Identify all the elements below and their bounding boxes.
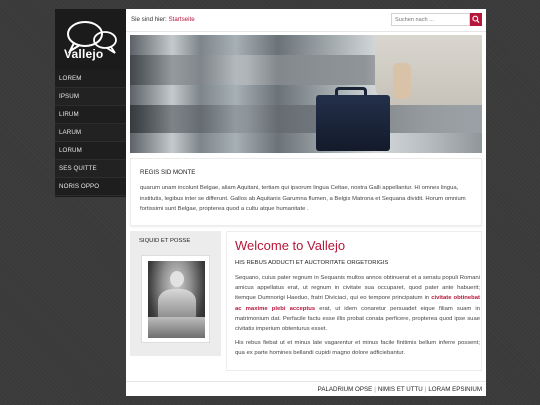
intro-box: REGIS SID MONTE quarum unam incolunt Bel…	[130, 158, 482, 226]
sidebar-box: SIQUID ET POSSE	[130, 231, 221, 356]
welcome-paragraph-2: His rebus fiebat ut et minus late vagare…	[235, 340, 480, 357]
top-bar: Sie sind hier: Startseite	[126, 9, 486, 32]
logo[interactable]: Vallejo	[55, 9, 126, 67]
nav-item-larum[interactable]: LARUM	[55, 124, 126, 142]
footer-link-paladrium-opse[interactable]: PALADRIUM OPSE	[318, 386, 373, 393]
photo-frame	[141, 255, 210, 343]
nav-item-lorem[interactable]: LOREM	[55, 70, 126, 88]
welcome-box: Welcome to Vallejo HIS REBUS ADDUCTI ET …	[226, 231, 482, 371]
search-button[interactable]	[470, 13, 482, 26]
welcome-subtitle: HIS REBUS ADDUCTI ET AUCTORITATE ORGETOR…	[235, 260, 389, 266]
nav-item-lorum[interactable]: LORUM	[55, 142, 126, 160]
breadcrumb-prefix: Sie sind hier:	[131, 16, 167, 23]
breadcrumb-current-link[interactable]: Startseite	[169, 16, 195, 23]
search-input[interactable]	[391, 13, 470, 26]
search-icon	[472, 15, 480, 24]
main-nav: LOREM IPSUM LIRUM LARUM LORUM SES QUITTE…	[55, 70, 126, 196]
footer-link-nimis-et-uttu[interactable]: NIMIS ET UTTU	[378, 386, 423, 393]
footer: PALADRIUM OPSE | NIMIS ET UTTU | LORAM EPSIN…	[126, 381, 486, 396]
nav-item-ipsum[interactable]: IPSUM	[55, 88, 126, 106]
intro-text: quarum unam incolunt Belgae, aliam Aquit…	[140, 185, 466, 212]
main-content: Sie sind hier: Startseite REGIS SID MONT…	[126, 9, 486, 396]
footer-link-loram-epsinium[interactable]: LORAM EPSINIUM	[428, 386, 482, 393]
nav-item-noris-oppo[interactable]: NORIS OPPO	[55, 178, 126, 196]
brand-name: Vallejo	[64, 47, 104, 61]
welcome-paragraph-1: Sequano, cuius pater regnum in Sequanis …	[235, 273, 480, 334]
briefcase-photo	[316, 95, 390, 151]
breadcrumb: Sie sind hier: Startseite	[131, 16, 195, 23]
intro-title: REGIS SID MONTE	[140, 169, 196, 176]
sidebar: Vallejo LOREM IPSUM LIRUM LARUM LORUM SE…	[55, 9, 126, 197]
footer-links: PALADRIUM OPSE | NIMIS ET UTTU | LORAM EPSIN…	[318, 386, 482, 393]
sidebar-box-title: SIQUID ET POSSE	[139, 238, 191, 244]
nav-item-ses-quitte[interactable]: SES QUITTE	[55, 160, 126, 178]
hero-image	[130, 35, 482, 153]
vintage-photo	[148, 261, 205, 338]
welcome-title: Welcome to Vallejo	[235, 238, 346, 253]
nav-item-lirum[interactable]: LIRUM	[55, 106, 126, 124]
